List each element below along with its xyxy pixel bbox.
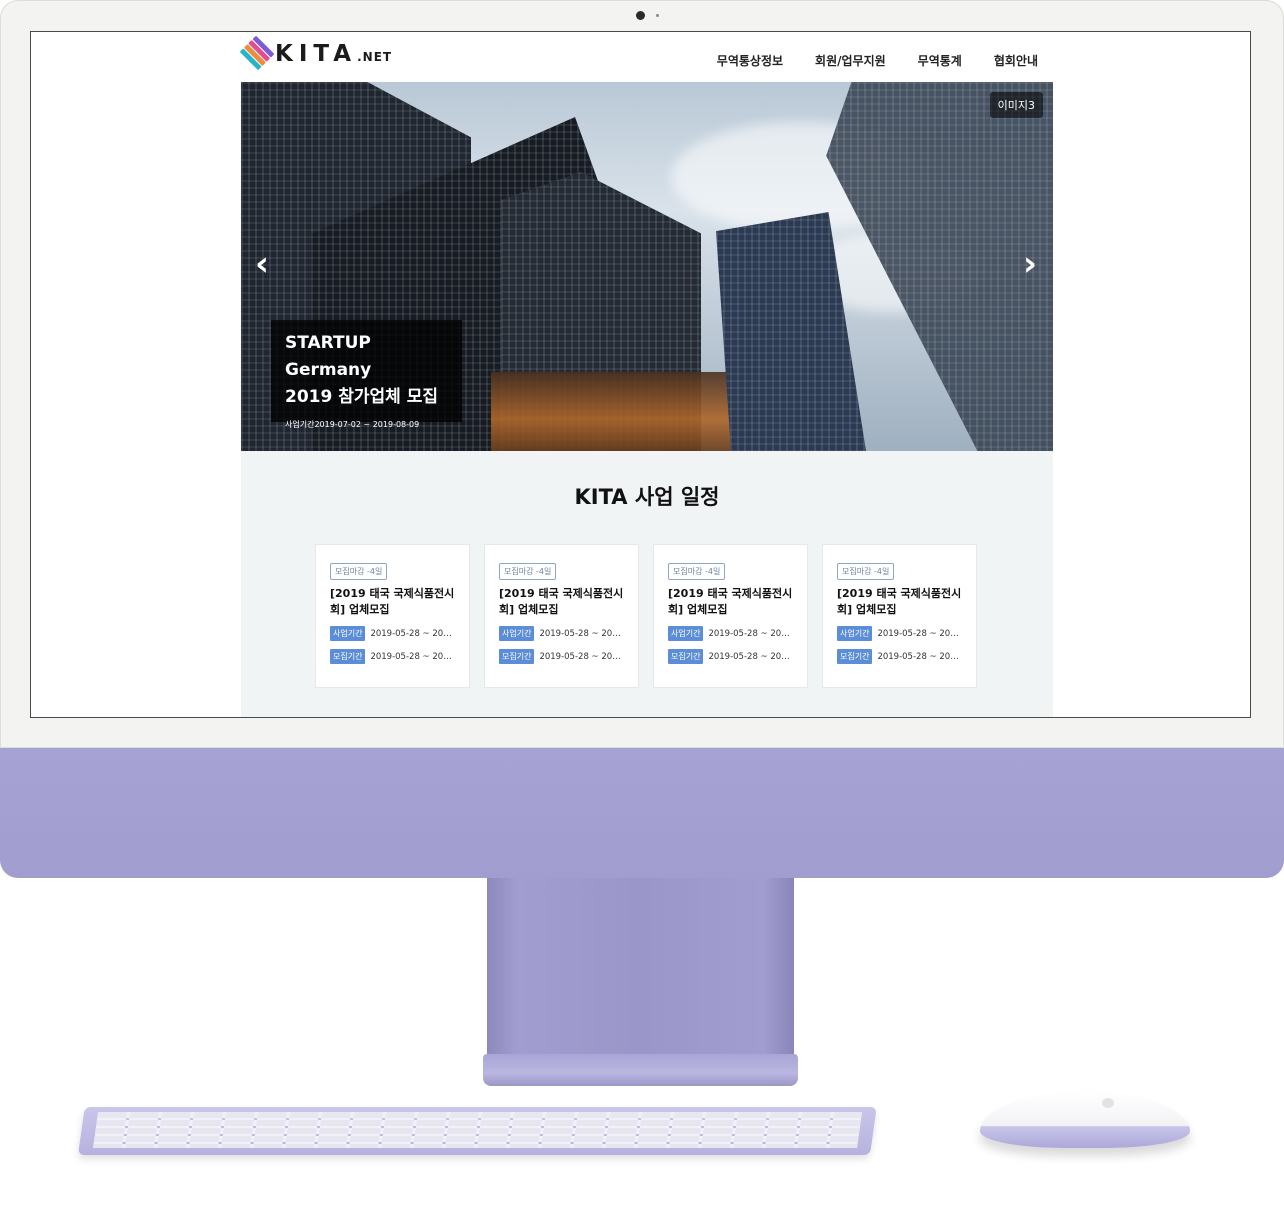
logo-sub: .NET	[357, 50, 393, 64]
recruit-period-value: 2019-05-28 ~ 20…	[370, 651, 452, 662]
schedule-cards: 모집마감 -4일 [2019 태국 국제식품전시회] 업체모집 사업기간 201…	[315, 544, 977, 688]
hero-caption[interactable]: STARTUP Germany 2019 참가업체 모집 사업기간2019-07…	[271, 320, 462, 429]
deadline-badge: 모집마감 -4일	[330, 563, 388, 580]
business-period-value: 2019-05-28 ~ 20…	[539, 628, 621, 639]
caption-title-line1: STARTUP Germany	[285, 333, 372, 380]
card-title: [2019 태국 국제식품전시회] 업체모집	[668, 587, 793, 616]
schedule-card[interactable]: 모집마감 -4일 [2019 태국 국제식품전시회] 업체모집 사업기간 201…	[653, 544, 808, 688]
image-tag: 이미지3	[989, 92, 1043, 118]
site-header: KITA .NET 무역통상정보 회원/업무지원 무역통계 협회안내	[239, 32, 1052, 82]
nav-item-trade-info[interactable]: 무역통상정보	[717, 52, 783, 69]
schedule-card[interactable]: 모집마감 -4일 [2019 태국 국제식품전시회] 업체모집 사업기간 201…	[484, 544, 639, 688]
imac-stand	[487, 878, 794, 1054]
business-period-label: 사업기간	[837, 626, 873, 641]
screen: KITA .NET 무역통상정보 회원/업무지원 무역통계 협회안내 이미지3 …	[30, 31, 1251, 718]
mouse	[980, 1092, 1190, 1148]
recruit-period-value: 2019-05-28 ~ 20…	[877, 651, 959, 662]
site-logo[interactable]: KITA .NET	[239, 35, 393, 71]
schedule-section: KITA 사업 일정 모집마감 -4일 [2019 태국 국제식품전시회] 업체…	[241, 451, 1053, 717]
prev-arrow-icon[interactable]: ‹	[255, 247, 269, 281]
card-title: [2019 태국 국제식품전시회] 업체모집	[837, 587, 962, 616]
recruit-period: 모집기간 2019-05-28 ~ 20…	[330, 649, 457, 664]
recruit-period-value: 2019-05-28 ~ 20…	[539, 651, 621, 662]
deadline-badge: 모집마감 -4일	[668, 563, 726, 580]
recruit-period-value: 2019-05-28 ~ 20…	[708, 651, 790, 662]
recruit-period: 모집기간 2019-05-28 ~ 20…	[837, 649, 964, 664]
main-nav: 무역통상정보 회원/업무지원 무역통계 협회안내	[717, 52, 1038, 69]
recruit-period: 모집기간 2019-05-28 ~ 20…	[499, 649, 626, 664]
recruit-period-label: 모집기간	[837, 649, 873, 664]
nav-item-member-support[interactable]: 회원/업무지원	[815, 52, 886, 69]
imac-stand-foot	[483, 1054, 798, 1086]
recruit-period-label: 모집기간	[330, 649, 366, 664]
nav-item-about[interactable]: 협회안내	[994, 52, 1038, 69]
business-period: 사업기간 2019-05-28 ~ 20…	[499, 626, 626, 641]
business-period-label: 사업기간	[668, 626, 704, 641]
business-period-value: 2019-05-28 ~ 20…	[708, 628, 790, 639]
imac-chin	[0, 748, 1284, 878]
nav-item-trade-stats[interactable]: 무역통계	[918, 52, 962, 69]
caption-period: 사업기간2019-07-02 ~ 2019-08-09	[285, 420, 420, 429]
logo-text: KITA	[275, 41, 358, 67]
recruit-period: 모집기간 2019-05-28 ~ 20…	[668, 649, 795, 664]
business-period-value: 2019-05-28 ~ 20…	[370, 628, 452, 639]
website: KITA .NET 무역통상정보 회원/업무지원 무역통계 협회안내 이미지3 …	[239, 32, 1053, 717]
schedule-card[interactable]: 모집마감 -4일 [2019 태국 국제식품전시회] 업체모집 사업기간 201…	[315, 544, 470, 688]
next-arrow-icon[interactable]: ›	[1023, 247, 1037, 281]
hero-slider: 이미지3 ‹ › STARTUP Germany 2019 참가업체 모집 사업…	[241, 82, 1053, 451]
deadline-badge: 모집마감 -4일	[837, 563, 895, 580]
business-period: 사업기간 2019-05-28 ~ 20…	[330, 626, 457, 641]
schedule-card[interactable]: 모집마감 -4일 [2019 태국 국제식품전시회] 업체모집 사업기간 201…	[822, 544, 977, 688]
camera-led	[656, 14, 659, 17]
deadline-badge: 모집마감 -4일	[499, 563, 557, 580]
card-title: [2019 태국 국제식품전시회] 업체모집	[330, 587, 455, 616]
section-title: KITA 사업 일정	[574, 485, 720, 509]
keyboard-keys	[92, 1112, 863, 1148]
business-period: 사업기간 2019-05-28 ~ 20…	[837, 626, 964, 641]
apple-logo-icon	[1102, 1098, 1114, 1108]
camera-icon	[636, 11, 645, 20]
logo-mark-icon	[238, 35, 275, 73]
keyboard	[78, 1107, 877, 1155]
caption-title-line2: 2019 참가업체 모집	[285, 387, 438, 407]
business-period-value: 2019-05-28 ~ 20…	[877, 628, 959, 639]
business-period: 사업기간 2019-05-28 ~ 20…	[668, 626, 795, 641]
business-period-label: 사업기간	[330, 626, 366, 641]
recruit-period-label: 모집기간	[668, 649, 704, 664]
imac-bezel: KITA .NET 무역통상정보 회원/업무지원 무역통계 협회안내 이미지3 …	[0, 0, 1284, 748]
card-title: [2019 태국 국제식품전시회] 업체모집	[499, 587, 624, 616]
business-period-label: 사업기간	[499, 626, 535, 641]
recruit-period-label: 모집기간	[499, 649, 535, 664]
